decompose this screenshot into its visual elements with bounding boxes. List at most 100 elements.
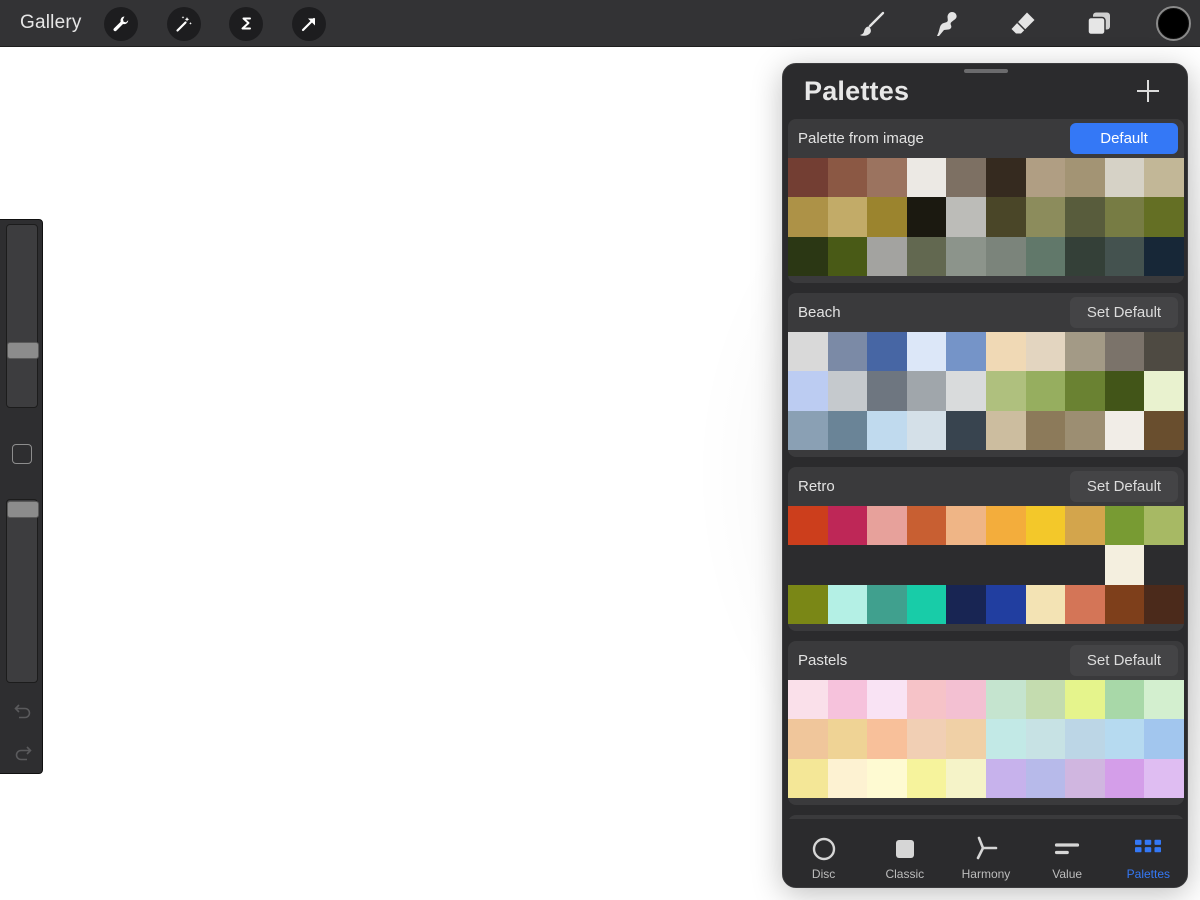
color-swatch[interactable] [1065, 506, 1105, 546]
color-swatch[interactable] [906, 197, 947, 237]
color-swatch[interactable] [1144, 719, 1184, 759]
color-swatch[interactable] [946, 332, 986, 372]
color-swatch[interactable] [1025, 236, 1066, 277]
color-swatch[interactable] [788, 545, 828, 585]
color-swatch[interactable] [1025, 758, 1066, 799]
color-swatch[interactable] [788, 236, 828, 277]
color-swatch[interactable] [867, 680, 907, 720]
color-swatch[interactable] [1065, 410, 1105, 451]
color-swatch[interactable] [906, 371, 947, 411]
color-swatch[interactable] [985, 410, 1026, 451]
color-swatch[interactable] [1065, 584, 1105, 625]
panel-grabber[interactable] [964, 69, 1008, 73]
adjustments-wand-icon[interactable] [167, 7, 201, 41]
color-swatch[interactable] [985, 332, 1026, 372]
color-swatch[interactable] [1144, 371, 1184, 411]
color-swatch[interactable] [1025, 719, 1066, 759]
color-swatch[interactable] [1144, 506, 1184, 546]
color-swatch[interactable] [1104, 197, 1145, 237]
color-swatch[interactable] [946, 680, 986, 720]
color-swatch[interactable] [1025, 371, 1066, 411]
tab-harmony[interactable]: Harmony [945, 822, 1026, 887]
gallery-button[interactable]: Gallery [20, 12, 82, 34]
color-swatch[interactable] [1025, 545, 1066, 585]
color-swatch[interactable] [1065, 158, 1105, 198]
color-swatch[interactable] [1025, 410, 1066, 451]
color-swatch[interactable] [946, 158, 986, 198]
color-swatch[interactable] [867, 371, 907, 411]
color-swatch[interactable] [1104, 158, 1145, 198]
color-swatch[interactable] [1025, 197, 1066, 237]
undo-icon[interactable] [12, 700, 34, 722]
color-swatch[interactable] [1144, 545, 1184, 585]
color-swatch[interactable] [788, 410, 828, 451]
color-swatch[interactable] [788, 332, 828, 372]
color-swatch[interactable] [1144, 236, 1184, 277]
color-swatch[interactable] [827, 158, 868, 198]
color-swatch[interactable] [985, 584, 1026, 625]
color-swatch[interactable] [867, 545, 907, 585]
color-swatch[interactable] [1104, 236, 1145, 277]
tab-palettes[interactable]: Palettes [1108, 822, 1187, 887]
color-swatch[interactable] [827, 545, 868, 585]
color-swatch[interactable] [906, 545, 947, 585]
tab-disc[interactable]: Disc [783, 822, 864, 887]
color-swatch[interactable] [867, 758, 907, 799]
color-swatch[interactable] [946, 197, 986, 237]
color-swatch[interactable] [1065, 197, 1105, 237]
color-swatch[interactable] [985, 371, 1026, 411]
set-default-button[interactable]: Set Default [1070, 471, 1178, 502]
color-swatch[interactable] [1144, 332, 1184, 372]
color-swatch[interactable] [1104, 758, 1145, 799]
color-swatch[interactable] [1065, 719, 1105, 759]
color-swatch[interactable] [985, 236, 1026, 277]
color-swatch[interactable] [906, 719, 947, 759]
color-swatch[interactable] [946, 719, 986, 759]
color-swatch[interactable] [827, 680, 868, 720]
color-swatch[interactable] [1104, 719, 1145, 759]
color-swatch[interactable] [1065, 371, 1105, 411]
color-swatch[interactable] [1144, 584, 1184, 625]
color-swatch[interactable] [788, 758, 828, 799]
color-swatch[interactable] [827, 584, 868, 625]
color-swatch[interactable] [1065, 332, 1105, 372]
opacity-slider[interactable] [6, 499, 39, 683]
color-swatch[interactable] [1065, 236, 1105, 277]
color-swatch[interactable] [867, 506, 907, 546]
opacity-thumb[interactable] [7, 501, 39, 518]
color-swatch[interactable] [827, 371, 868, 411]
smudge-icon[interactable] [930, 7, 964, 41]
color-swatch[interactable] [827, 410, 868, 451]
layers-icon[interactable] [1082, 7, 1116, 41]
color-swatch[interactable] [946, 545, 986, 585]
color-swatch[interactable] [1144, 758, 1184, 799]
color-swatch[interactable] [985, 545, 1026, 585]
color-swatch[interactable] [1104, 680, 1145, 720]
color-swatch[interactable] [1025, 584, 1066, 625]
color-swatch[interactable] [985, 506, 1026, 546]
set-default-button[interactable]: Set Default [1070, 645, 1178, 676]
tab-value[interactable]: Value [1027, 822, 1108, 887]
color-swatch[interactable] [1144, 680, 1184, 720]
color-swatch[interactable] [1104, 371, 1145, 411]
color-swatch[interactable] [906, 506, 947, 546]
color-swatch[interactable] [1104, 584, 1145, 625]
color-swatch[interactable] [985, 158, 1026, 198]
color-swatch[interactable] [1065, 758, 1105, 799]
color-swatch[interactable] [867, 584, 907, 625]
color-swatch[interactable] [1025, 158, 1066, 198]
color-swatch[interactable] [906, 332, 947, 372]
color-swatch[interactable] [1144, 410, 1184, 451]
color-swatch[interactable] [985, 680, 1026, 720]
modify-button[interactable] [12, 444, 32, 464]
color-swatch[interactable] [1025, 680, 1066, 720]
color-swatch[interactable] [906, 410, 947, 451]
color-swatch[interactable] [946, 371, 986, 411]
tab-classic[interactable]: Classic [864, 822, 945, 887]
color-swatch[interactable] [906, 158, 947, 198]
color-swatch[interactable] [867, 236, 907, 277]
color-swatch[interactable] [946, 506, 986, 546]
color-swatch[interactable] [867, 197, 907, 237]
color-swatch[interactable] [827, 758, 868, 799]
color-swatch[interactable] [1144, 158, 1184, 198]
